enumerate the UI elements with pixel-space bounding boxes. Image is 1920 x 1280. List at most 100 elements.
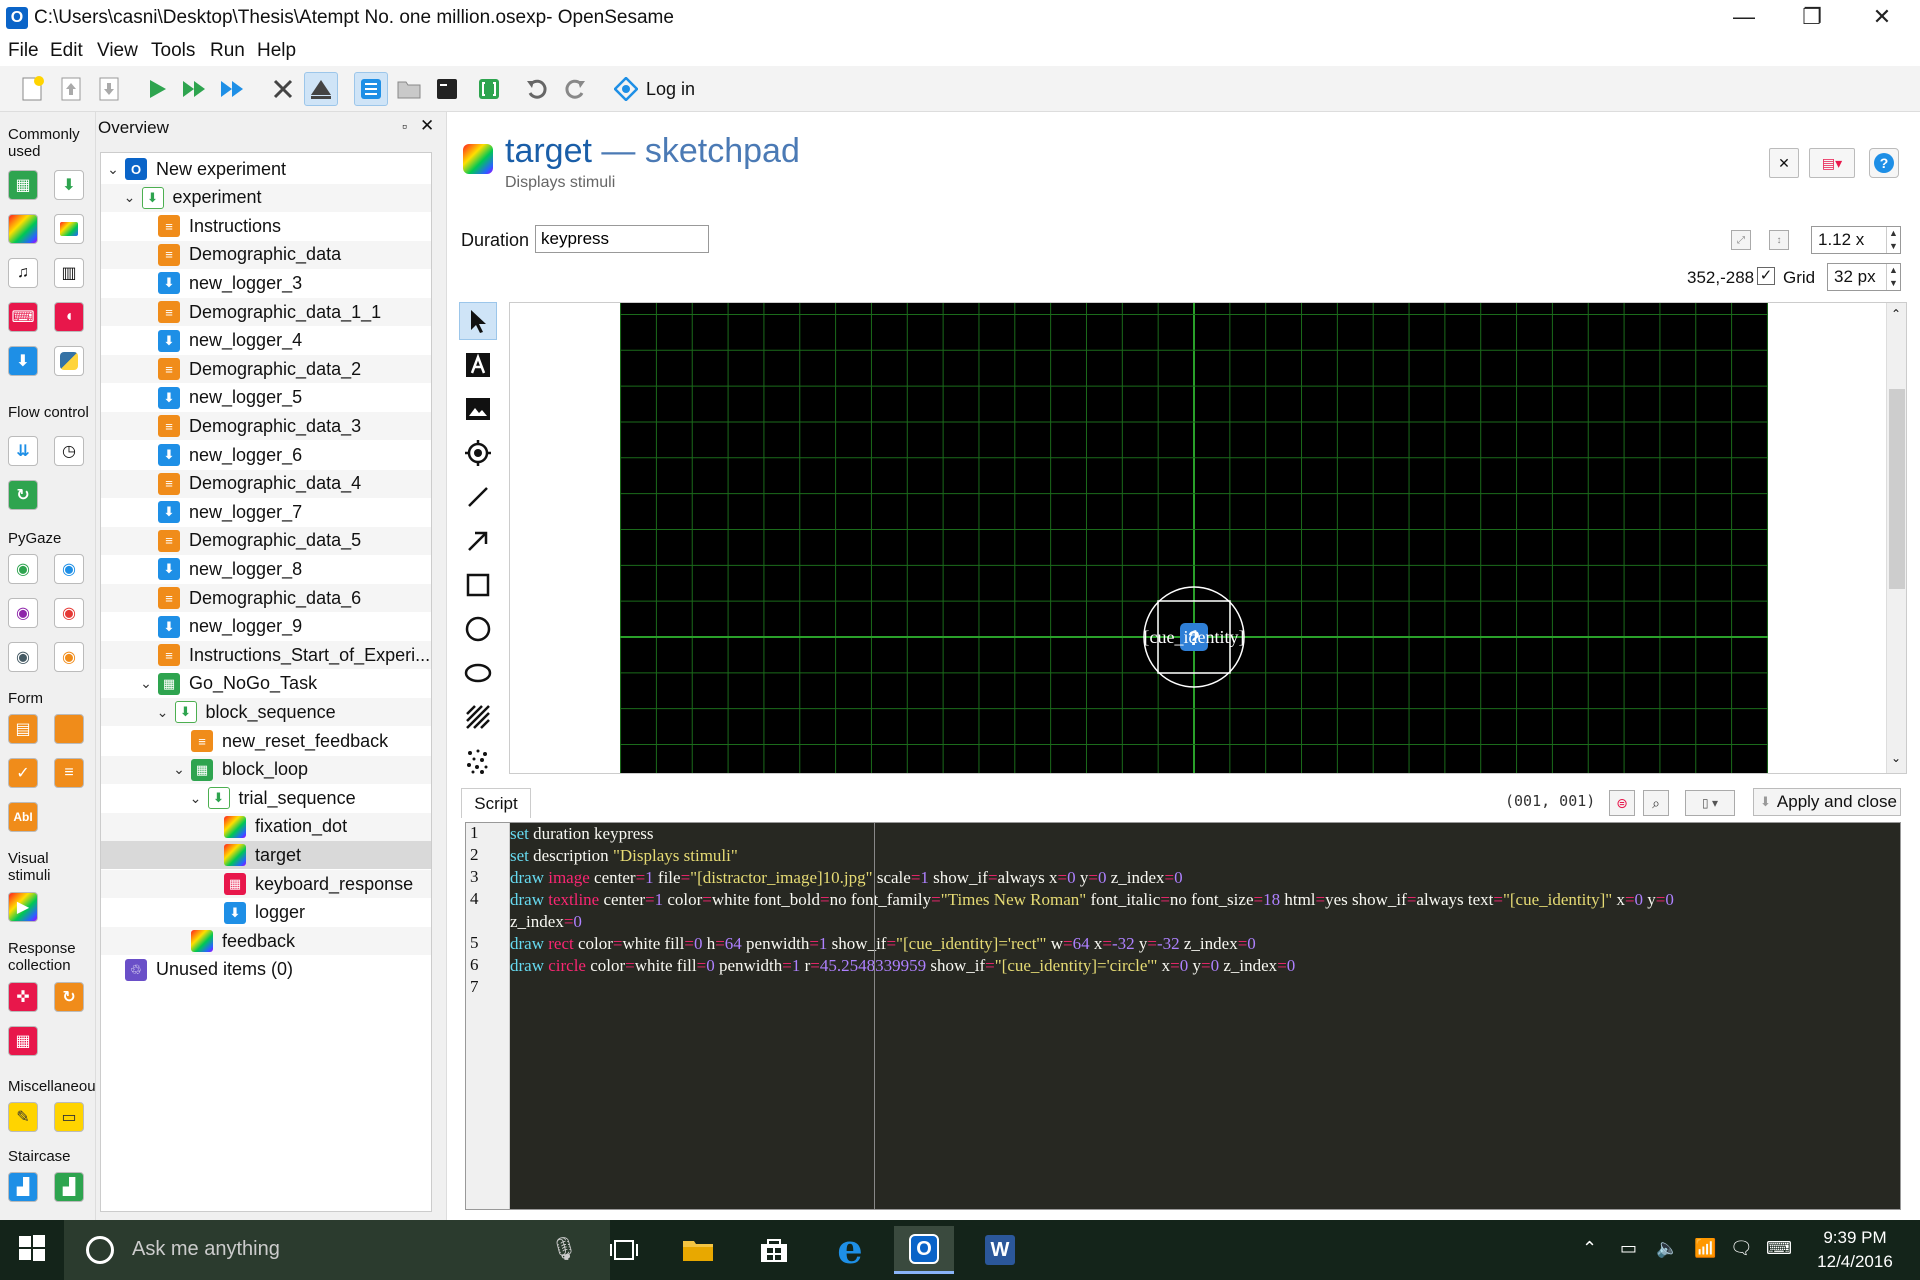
windows-start-icon[interactable] [18, 1234, 50, 1266]
word-icon[interactable]: W [970, 1226, 1030, 1274]
close-panel-icon[interactable]: ✕ [420, 116, 434, 136]
staircase-next-icon[interactable]: ▟ [54, 1172, 84, 1202]
expand-chevron-icon[interactable]: ⌄ [122, 189, 138, 206]
code-line[interactable]: set duration keypress [510, 823, 654, 845]
sampler-item-icon[interactable]: ♫ [8, 258, 38, 288]
tree-item[interactable]: ≡ Demographic_data_1_1 [101, 298, 431, 326]
tree-item[interactable]: ≡ Demographic_data_4 [101, 469, 431, 498]
notepad-icon[interactable]: ✎ [8, 1102, 38, 1132]
sketchpad-item-icon[interactable] [8, 214, 38, 244]
text-tool-icon[interactable] [459, 346, 497, 384]
grid-checkbox[interactable]: ✓ [1757, 267, 1775, 285]
keyboard-response-item-icon[interactable]: ⌨ [8, 302, 38, 332]
run-icon[interactable] [140, 72, 174, 106]
tree-item[interactable]: ≡ Demographic_data_3 [101, 412, 431, 441]
open-file-icon[interactable] [54, 72, 88, 106]
file-pool-icon[interactable] [392, 72, 426, 106]
zoom-reset-icon[interactable]: ↕ [1769, 230, 1789, 250]
tree-item[interactable]: ≡ Demographic_data_6 [101, 584, 431, 612]
grid-spin-arrows[interactable]: ▲ ▼ [1886, 264, 1900, 290]
view-options-icon[interactable]: ▤▾ [1809, 148, 1855, 178]
duration-input[interactable] [535, 225, 709, 253]
item-description[interactable]: Displays stimuli [505, 174, 615, 192]
gabor-tool-icon[interactable] [459, 698, 497, 736]
tree-item[interactable]: ⬇ new_logger_6 [101, 441, 431, 469]
minimize-button[interactable]: — [1714, 0, 1774, 34]
tree-item[interactable]: ≡ Demographic_data_5 [101, 526, 431, 555]
toggle-script-icon[interactable]: ⊜ [1609, 790, 1635, 816]
pause-icon[interactable] [304, 72, 338, 106]
undo-icon[interactable] [520, 72, 554, 106]
close-button[interactable]: ✕ [1852, 0, 1912, 34]
form-text-input-icon[interactable]: AbI [8, 802, 38, 832]
tree-item[interactable]: ⬇ new_logger_8 [101, 555, 431, 583]
scroll-up-icon[interactable]: ⌃ [1891, 307, 1901, 321]
tree-item[interactable]: target [101, 841, 431, 870]
code-line[interactable]: draw rect color=white fill=0 h=64 penwid… [510, 933, 1256, 955]
tree-item[interactable]: ⬇ new_logger_4 [101, 327, 431, 355]
fixation-dot-tool-icon[interactable] [459, 434, 497, 472]
tree-item[interactable]: ▦ keyboard_response [101, 870, 431, 898]
menu-file[interactable]: File [8, 40, 39, 62]
variable-inspector-icon[interactable] [472, 72, 506, 106]
loop-item-icon[interactable]: ▦ [8, 170, 38, 200]
form-multiple-choice-icon[interactable]: ✓ [8, 758, 38, 788]
edge-browser-icon[interactable]: e [820, 1226, 880, 1274]
inline-script-item-icon[interactable] [54, 346, 84, 376]
float-panel-icon[interactable]: ▫ [402, 118, 407, 134]
save-file-icon[interactable] [92, 72, 126, 106]
wifi-icon[interactable]: 📶 [1694, 1238, 1716, 1259]
repeat-cycle-item-icon[interactable]: ↻ [8, 480, 38, 510]
kill-icon[interactable] [266, 72, 300, 106]
battery-icon[interactable]: ▭ [1620, 1238, 1637, 1259]
redo-icon[interactable] [558, 72, 592, 106]
pygaze-drift-correct-icon[interactable]: ◉ [54, 554, 84, 584]
parallel-item-icon[interactable]: ⇊ [8, 436, 38, 466]
help-icon[interactable]: ? [1869, 148, 1899, 178]
sequence-item-icon[interactable]: ⬇ [54, 170, 84, 200]
synth-item-icon[interactable]: ▥ [54, 258, 84, 288]
expand-chevron-icon[interactable]: ⌄ [138, 675, 154, 692]
cortana-search-box[interactable]: Ask me anything 🎙 [64, 1220, 610, 1280]
tree-item[interactable]: ⬇ new_logger_5 [101, 384, 431, 412]
pygaze-start-recording-icon[interactable]: ◉ [8, 598, 38, 628]
action-center-icon[interactable]: 🗨 [1730, 1238, 1753, 1259]
tree-item[interactable]: ≡ new_reset_feedback [101, 727, 431, 755]
scroll-down-icon[interactable]: ⌄ [1891, 751, 1901, 765]
maximize-button[interactable]: ❐ [1782, 0, 1842, 34]
media-player-icon[interactable]: ▶ [8, 892, 38, 922]
scrollbar-thumb[interactable] [1889, 389, 1905, 589]
zoom-fit-icon[interactable]: ⤢ [1731, 230, 1751, 250]
search-icon[interactable]: ⌕ [1643, 790, 1669, 816]
keyboard-icon[interactable]: ⌨ [1766, 1238, 1792, 1259]
run-in-window-icon[interactable] [178, 72, 212, 106]
image-tool-icon[interactable] [459, 390, 497, 428]
touch-response-icon[interactable]: ▦ [8, 1026, 38, 1056]
overview-toggle-icon[interactable] [354, 72, 388, 106]
reset-feedback-icon[interactable]: ↻ [54, 982, 84, 1012]
tree-item[interactable]: feedback [101, 927, 431, 956]
tree-item[interactable]: ⌄ ▦ block_loop [101, 755, 431, 784]
pygaze-stop-recording-icon[interactable]: ◉ [54, 598, 84, 628]
form-consent-icon[interactable] [54, 714, 84, 744]
expand-chevron-icon[interactable]: ⌄ [171, 761, 187, 778]
menu-help[interactable]: Help [257, 40, 296, 62]
form-base-icon[interactable]: ▤ [8, 714, 38, 744]
grid-size-spinbox[interactable]: 32 px ▲ ▼ [1827, 263, 1901, 291]
script-options-icon[interactable]: ▯ ▾ [1685, 790, 1735, 816]
menu-run[interactable]: Run [210, 40, 245, 62]
task-view-icon[interactable] [594, 1226, 654, 1274]
logger-item-icon[interactable]: ⬇ [8, 346, 38, 376]
canvas-textline[interactable]: [cue_identity] [1144, 627, 1245, 647]
expand-chevron-icon[interactable]: ⌄ [155, 704, 171, 721]
volume-icon[interactable]: 🔈 [1656, 1238, 1678, 1259]
tree-item[interactable]: ⌄ O New experiment [101, 155, 431, 183]
code-line[interactable]: draw image center=1 file="[distractor_im… [510, 867, 1183, 889]
menu-view[interactable]: View [97, 40, 138, 62]
form-text-display-icon[interactable]: ≡ [54, 758, 84, 788]
port-reader-icon[interactable]: ▭ [54, 1102, 84, 1132]
login-button[interactable]: Log in [614, 74, 695, 104]
canvas-vertical-scrollbar[interactable]: ⌃ ⌄ [1886, 303, 1906, 773]
mouse-response-item-icon[interactable]: ◖ [54, 302, 84, 332]
tree-item[interactable]: ≡ Instructions_Start_of_Experi... [101, 641, 431, 670]
